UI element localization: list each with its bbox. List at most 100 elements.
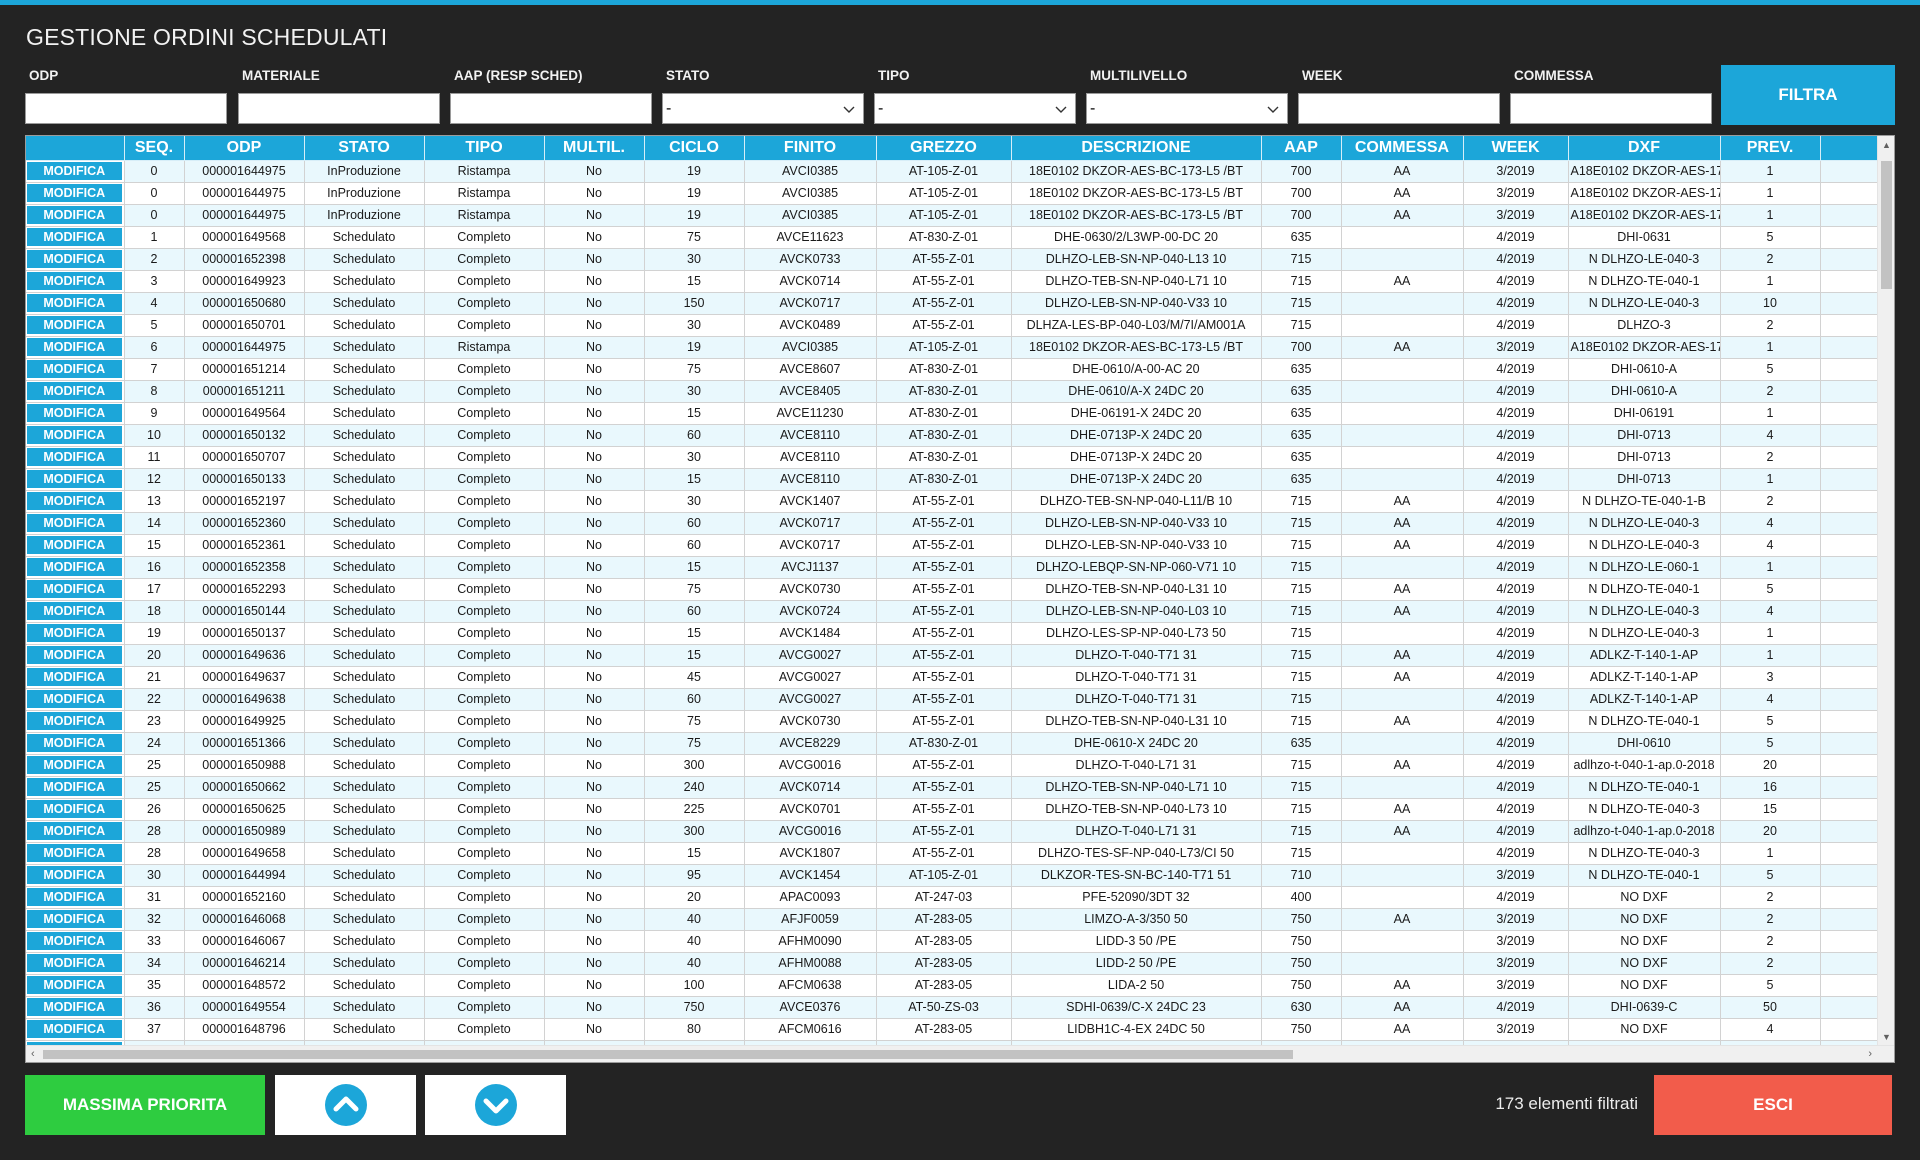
massima-priorita-button[interactable]: MASSIMA PRIORITA [25, 1075, 265, 1135]
table-row[interactable]: MODIFICA 0 000001644975 InProduzione Ristamp… [26, 160, 1879, 183]
modifica-button[interactable]: MODIFICA [27, 557, 122, 576]
column-header[interactable]: DESCRIZIONE [1011, 136, 1262, 161]
table-row[interactable]: MODIFICA 9 000001649564 Schedulato Completo N… [26, 402, 1879, 425]
column-header[interactable]: WEEK [1463, 136, 1569, 161]
table-row[interactable]: MODIFICA 12 000001650133 Schedulato Completo… [26, 468, 1879, 491]
scroll-left-arrow-icon[interactable]: ‹ [31, 1048, 35, 1060]
table-row[interactable]: MODIFICA 33 000001646067 Schedulato Completo… [26, 930, 1879, 953]
modifica-button[interactable]: MODIFICA [27, 667, 122, 686]
column-header[interactable]: DXF [1568, 136, 1721, 161]
modifica-button[interactable]: MODIFICA [27, 513, 122, 532]
modifica-button[interactable]: MODIFICA [27, 909, 122, 928]
column-header[interactable]: STATO [304, 136, 425, 161]
table-row[interactable]: MODIFICA 4 000001650680 Schedulato Completo N… [26, 292, 1879, 315]
table-row[interactable]: MODIFICA 25 000001650662 Schedulato Completo… [26, 776, 1879, 799]
table-row[interactable]: MODIFICA 24 000001651366 Schedulato Completo… [26, 732, 1879, 755]
table-row[interactable]: MODIFICA 32 000001646068 Schedulato Completo… [26, 908, 1879, 931]
modifica-button[interactable]: MODIFICA [27, 645, 122, 664]
scroll-down-arrow-icon[interactable]: ▼ [1882, 1032, 1891, 1042]
modifica-button[interactable]: MODIFICA [27, 843, 122, 862]
modifica-button[interactable]: MODIFICA [27, 821, 122, 840]
modifica-button[interactable]: MODIFICA [27, 381, 122, 400]
modifica-button[interactable]: MODIFICA [27, 205, 122, 224]
modifica-button[interactable]: MODIFICA [27, 711, 122, 730]
table-row[interactable]: MODIFICA 28 000001650989 Schedulato Completo… [26, 820, 1879, 843]
modifica-button[interactable]: MODIFICA [27, 403, 122, 422]
materiale-input[interactable] [238, 93, 440, 124]
modifica-button[interactable]: MODIFICA [27, 689, 122, 708]
vertical-scroll-thumb[interactable] [1881, 161, 1892, 289]
table-row[interactable]: MODIFICA 18 000001650144 Schedulato Completo… [26, 600, 1879, 623]
table-row[interactable]: MODIFICA 30 000001644994 Schedulato Completo… [26, 864, 1879, 887]
table-row[interactable]: MODIFICA 36 000001649554 Schedulato Completo… [26, 996, 1879, 1019]
modifica-button[interactable]: MODIFICA [27, 425, 122, 444]
table-row[interactable]: MODIFICA 7 000001651214 Schedulato Completo N… [26, 358, 1879, 381]
table-row[interactable]: MODIFICA 35 000001648572 Schedulato Completo… [26, 974, 1879, 997]
column-header[interactable]: TIPO [424, 136, 545, 161]
column-header[interactable]: PREV. [1720, 136, 1821, 161]
column-header[interactable]: GREZZO [876, 136, 1012, 161]
modifica-button[interactable]: MODIFICA [27, 535, 122, 554]
table-row[interactable]: MODIFICA 16 000001652358 Schedulato Completo… [26, 556, 1879, 579]
table-row[interactable]: MODIFICA 34 000001646214 Schedulato Completo… [26, 952, 1879, 975]
modifica-button[interactable]: MODIFICA [27, 887, 122, 906]
table-row[interactable]: MODIFICA 3 000001649923 Schedulato Completo N… [26, 270, 1879, 293]
table-row[interactable]: MODIFICA 13 000001652197 Schedulato Completo… [26, 490, 1879, 513]
stato-select[interactable]: - [662, 93, 864, 124]
table-row[interactable]: MODIFICA 10 000001650132 Schedulato Completo… [26, 424, 1879, 447]
table-row[interactable]: MODIFICA 15 000001652361 Schedulato Completo… [26, 534, 1879, 557]
modifica-button[interactable]: MODIFICA [27, 931, 122, 950]
table-row[interactable]: MODIFICA 23 000001649925 Schedulato Completo… [26, 710, 1879, 733]
modifica-button[interactable]: MODIFICA [27, 491, 122, 510]
move-up-button[interactable] [275, 1075, 416, 1135]
modifica-button[interactable]: MODIFICA [27, 315, 122, 334]
table-row[interactable]: MODIFICA 8 000001651211 Schedulato Completo N… [26, 380, 1879, 403]
table-row[interactable]: MODIFICA 22 000001649638 Schedulato Completo… [26, 688, 1879, 711]
table-row[interactable]: MODIFICA 5 000001650701 Schedulato Completo N… [26, 314, 1879, 337]
filtra-button[interactable]: FILTRA [1721, 65, 1895, 125]
multilivello-select[interactable]: - [1086, 93, 1288, 124]
modifica-button[interactable]: MODIFICA [27, 337, 122, 356]
table-row[interactable]: MODIFICA 6 000001644975 Schedulato Ristampa N… [26, 336, 1879, 359]
aap-input[interactable] [450, 93, 652, 124]
table-row[interactable]: MODIFICA 17 000001652293 Schedulato Completo… [26, 578, 1879, 601]
modifica-button[interactable]: MODIFICA [27, 755, 122, 774]
table-row[interactable]: MODIFICA 25 000001650988 Schedulato Completo… [26, 754, 1879, 777]
modifica-button[interactable]: MODIFICA [27, 975, 122, 994]
modifica-button[interactable]: MODIFICA [27, 733, 122, 752]
column-header[interactable]: MULTIL. [544, 136, 645, 161]
modifica-button[interactable]: MODIFICA [27, 161, 122, 180]
modifica-button[interactable]: MODIFICA [27, 623, 122, 642]
modifica-button[interactable]: MODIFICA [27, 579, 122, 598]
table-row[interactable]: MODIFICA 28 000001649658 Schedulato Completo… [26, 842, 1879, 865]
column-header[interactable]: SEQ. [124, 136, 185, 161]
move-down-button[interactable] [425, 1075, 566, 1135]
modifica-button[interactable]: MODIFICA [27, 447, 122, 466]
odp-input[interactable] [25, 93, 227, 124]
table-row[interactable]: MODIFICA 11 000001650707 Schedulato Completo… [26, 446, 1879, 469]
tipo-select[interactable]: - [874, 93, 1076, 124]
table-row[interactable]: MODIFICA 19 000001650137 Schedulato Completo… [26, 622, 1879, 645]
table-row[interactable]: MODIFICA 37 000001648796 Schedulato Completo… [26, 1018, 1879, 1041]
modifica-button[interactable]: MODIFICA [27, 777, 122, 796]
horizontal-scroll-thumb[interactable] [43, 1050, 1293, 1059]
modifica-button[interactable]: MODIFICA [27, 249, 122, 268]
table-row[interactable]: MODIFICA 2 000001652398 Schedulato Completo N… [26, 248, 1879, 271]
table-row[interactable]: MODIFICA 31 000001652160 Schedulato Completo… [26, 886, 1879, 909]
table-row[interactable]: MODIFICA 21 000001649637 Schedulato Completo… [26, 666, 1879, 689]
scroll-right-arrow-icon[interactable]: › [1868, 1048, 1872, 1060]
column-header[interactable]: ODP [184, 136, 305, 161]
commessa-input[interactable] [1510, 93, 1712, 124]
week-input[interactable] [1298, 93, 1500, 124]
horizontal-scrollbar[interactable]: ‹ › [26, 1045, 1894, 1062]
table-row[interactable]: MODIFICA 26 000001650625 Schedulato Completo… [26, 798, 1879, 821]
header-action-column[interactable] [26, 136, 125, 161]
column-header[interactable]: FINITO [744, 136, 877, 161]
esci-button[interactable]: ESCI [1654, 1075, 1892, 1135]
column-header[interactable]: CICLO [644, 136, 745, 161]
modifica-button[interactable]: MODIFICA [27, 1019, 122, 1038]
modifica-button[interactable]: MODIFICA [27, 953, 122, 972]
table-row[interactable]: MODIFICA 1 000001649568 Schedulato Completo N… [26, 226, 1879, 249]
modifica-button[interactable]: MODIFICA [27, 359, 122, 378]
column-header[interactable]: AAP [1261, 136, 1342, 161]
